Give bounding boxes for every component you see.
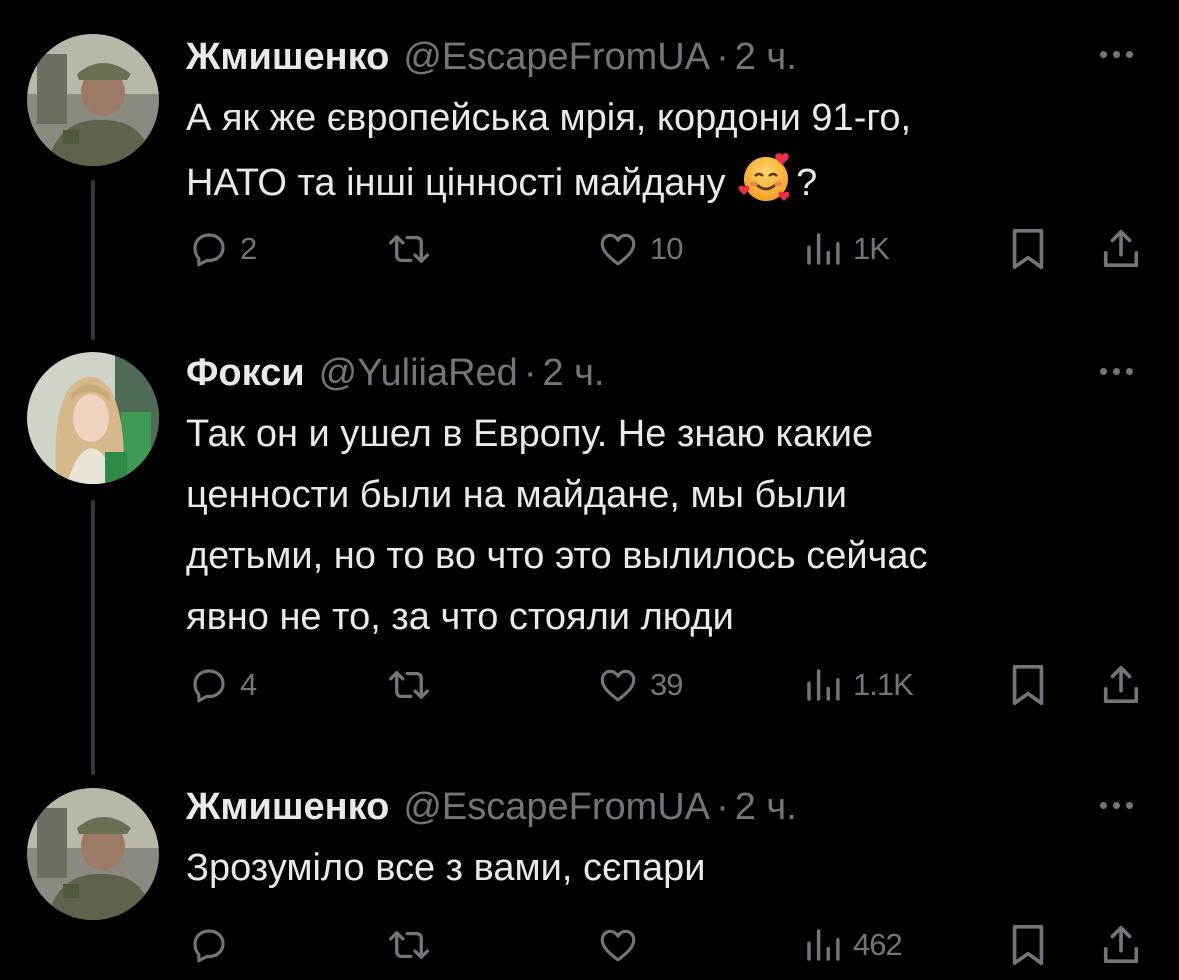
reply-button[interactable]: 4 (188, 660, 257, 710)
tweet-header: Жмишенко @EscapeFromUA · 2 ч. (186, 786, 797, 829)
views-button[interactable]: 1K (803, 224, 890, 274)
tweet-text-line: А як же європейська мрія, кордони 91-го, (186, 97, 912, 139)
view-count: 462 (853, 927, 903, 962)
bookmark-icon (1012, 924, 1044, 966)
separator-dot: · (716, 36, 729, 78)
avatar[interactable] (27, 352, 159, 484)
share-upload-icon (1103, 926, 1139, 964)
bookmark-button[interactable] (1008, 920, 1048, 970)
avatar-soldier-image (27, 34, 159, 166)
tweet-text-fragment: ? (796, 162, 818, 204)
ellipsis-icon (1100, 51, 1107, 58)
display-name[interactable]: Жмишенко (186, 36, 389, 79)
more-options-button[interactable] (1100, 51, 1133, 58)
tweet-header: Жмишенко @EscapeFromUA · 2 ч. (186, 36, 797, 79)
display-name[interactable]: Фокси (186, 352, 305, 395)
heart-icon (600, 233, 636, 266)
reply-button[interactable]: 2 (188, 224, 257, 274)
share-button[interactable] (1100, 920, 1142, 970)
reply-count: 2 (240, 231, 257, 266)
tweet-text-line: НАТО та інші цінності майдану ? (186, 149, 1146, 214)
tweet-text-line: Зрозуміло все з вами, сєпари (186, 847, 706, 889)
ellipsis-icon (1100, 802, 1107, 809)
tweet-text-line: явно не то, за что стояли люди (186, 596, 734, 638)
more-options-button[interactable] (1100, 368, 1133, 375)
speech-bubble-icon (193, 669, 225, 703)
user-handle[interactable]: @EscapeFromUA (403, 36, 710, 79)
tweet-text: А як же європейська мрія, кордони 91-го,… (186, 88, 1146, 214)
more-options-button[interactable] (1100, 802, 1133, 809)
tweet-1[interactable]: Жмишенко @EscapeFromUA · 2 ч. А як же єв… (0, 0, 1179, 340)
retweet-arrows-icon (388, 931, 430, 959)
view-count: 1.1K (853, 667, 914, 702)
tweet-3[interactable]: Жмишенко @EscapeFromUA · 2 ч. Зрозуміло … (0, 770, 1179, 980)
retweet-button[interactable] (386, 920, 442, 970)
timestamp[interactable]: 2 ч. (542, 352, 604, 395)
bookmark-button[interactable] (1008, 660, 1048, 710)
heart-icon (600, 929, 636, 962)
share-button[interactable] (1100, 224, 1142, 274)
thread-connector-line (91, 180, 95, 340)
tweet-text: Зрозуміло все з вами, сєпари (186, 838, 1146, 899)
share-button[interactable] (1100, 660, 1142, 710)
avatar[interactable] (27, 34, 159, 166)
separator-dot: · (523, 352, 537, 394)
tweet-text-line: детьми, но то во что это вылилось сейчас (186, 535, 928, 577)
reply-button[interactable] (188, 920, 240, 970)
like-count: 39 (650, 667, 683, 702)
tweet-text-line: Так он и ушел в Европу. Не знаю какие (186, 413, 874, 455)
retweet-button[interactable] (386, 660, 442, 710)
tweet-actions: 462 (186, 920, 1146, 970)
bookmark-icon (1012, 228, 1044, 270)
tweet-2[interactable]: Фокси @YuliiaRed · 2 ч. Так он и ушел в … (0, 340, 1179, 775)
like-button[interactable] (596, 920, 650, 970)
retweet-arrows-icon (388, 235, 430, 263)
heart-icon (600, 669, 636, 702)
views-button[interactable]: 1.1K (803, 660, 914, 710)
like-button[interactable]: 39 (596, 660, 683, 710)
tweet-text: Так он и ушел в Европу. Не знаю какие це… (186, 404, 1146, 648)
tweet-actions: 4 39 1.1K (186, 660, 1146, 710)
bar-chart-icon (807, 929, 840, 961)
avatar-woman-image (27, 352, 159, 484)
views-button[interactable]: 462 (803, 920, 903, 970)
avatar-soldier-image (27, 788, 159, 920)
separator-dot: · (716, 786, 729, 828)
reply-count: 4 (240, 667, 257, 702)
bar-chart-icon (807, 233, 840, 265)
tweet-actions: 2 10 1K (186, 224, 1146, 274)
timestamp[interactable]: 2 ч. (735, 786, 797, 829)
ellipsis-icon (1100, 368, 1107, 375)
user-handle[interactable]: @EscapeFromUA (403, 786, 710, 829)
share-upload-icon (1103, 230, 1139, 268)
timestamp[interactable]: 2 ч. (735, 36, 797, 79)
tweet-header: Фокси @YuliiaRed · 2 ч. (186, 352, 605, 395)
bar-chart-icon (807, 669, 840, 701)
thread-connector-line (91, 500, 95, 775)
bookmark-button[interactable] (1008, 224, 1048, 274)
retweet-button[interactable] (386, 224, 442, 274)
smiling-face-with-hearts-icon (738, 153, 790, 201)
tweet-text-line: ценности были на майдане, мы были (186, 474, 847, 516)
like-button[interactable]: 10 (596, 224, 683, 274)
user-handle[interactable]: @YuliiaRed (319, 352, 518, 395)
like-count: 10 (650, 231, 683, 266)
share-upload-icon (1103, 666, 1139, 704)
display-name[interactable]: Жмишенко (186, 786, 389, 829)
bookmark-icon (1012, 664, 1044, 706)
avatar[interactable] (27, 788, 159, 920)
tweet-text-fragment: НАТО та інші цінності майдану (186, 162, 726, 204)
view-count: 1K (853, 231, 890, 266)
speech-bubble-icon (193, 233, 225, 267)
retweet-arrows-icon (388, 671, 430, 699)
speech-bubble-icon (193, 929, 225, 963)
